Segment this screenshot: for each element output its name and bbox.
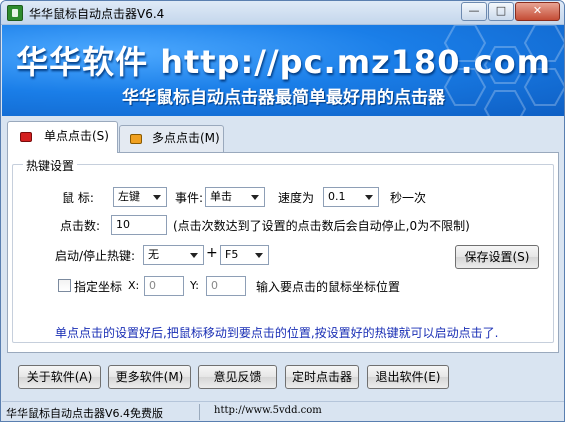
timer-clicker-button[interactable]: 定时点击器 [285,365,359,389]
fixed-coordinate-checkbox[interactable] [58,279,71,292]
hotkey-settings-group: 热键设置 鼠 标: 左键 事件: 单击 速度为 0.1 秒一次 点击数: 10 … [12,157,554,343]
more-software-button[interactable]: 更多软件(M) [108,365,191,389]
window-title: 华华鼠标自动点击器V6.4 [29,7,165,21]
plus-sign: + [206,245,218,261]
hotkey-key-select[interactable]: F5 [220,245,269,265]
speed-select[interactable]: 0.1 [323,187,379,207]
exit-button[interactable]: 退出软件(E) [367,365,449,389]
tab-single-click-label: 单点点击(S) [44,129,109,143]
red-square-icon [20,132,32,142]
status-divider [199,404,200,420]
instructions-text: 单点点击的设置好后,把鼠标移动到要点击的位置,按设置好的热键就可以启动点击了. [55,326,499,340]
title-bar[interactable]: 华华鼠标自动点击器V6.4 — □ ✕ [1,1,564,25]
click-count-note: (点击次数达到了设置的点击数后会自动停止,0为不限制) [173,219,470,233]
hotkey-label: 启动/停止热键: [55,249,136,263]
minimize-button[interactable]: — [461,2,487,21]
app-window: 华华鼠标自动点击器V6.4 — □ ✕ 华华软件 http://pc.mz180… [0,0,565,422]
event-select[interactable]: 单击 [205,187,265,207]
maximize-button[interactable]: □ [488,2,514,21]
mouse-label: 鼠 标: [62,191,94,205]
speed-label: 速度为 [278,191,315,205]
modifier-key-select[interactable]: 无 [143,245,204,265]
x-label: X: [128,279,140,292]
y-coordinate-input[interactable]: 0 [206,276,246,296]
event-label: 事件: [175,191,204,205]
banner-title: 华华软件 http://pc.mz180.com [16,43,551,81]
tab-multi-click[interactable]: 多点点击(M) [119,125,224,153]
close-button[interactable]: ✕ [515,2,560,21]
single-click-panel: 热键设置 鼠 标: 左键 事件: 单击 速度为 0.1 秒一次 点击数: 10 … [7,152,559,353]
coordinate-hint: 输入要点击的鼠标坐标位置 [256,280,401,294]
banner: 华华软件 http://pc.mz180.com 华华鼠标自动点击器最简单最好用… [2,25,564,116]
y-label: Y: [190,279,199,292]
orange-square-icon [130,134,142,144]
tab-multi-click-label: 多点点击(M) [152,131,220,145]
app-icon [7,5,23,21]
banner-subtitle: 华华鼠标自动点击器最简单最好用的点击器 [122,88,445,108]
about-button[interactable]: 关于软件(A) [18,365,101,389]
status-version: 华华鼠标自动点击器V6.4免费版 [6,407,164,420]
tab-single-click[interactable]: 单点点击(S) [7,121,118,153]
status-url-link[interactable]: http://www.5vdd.com [214,405,322,416]
x-coordinate-input[interactable]: 0 [144,276,184,296]
click-count-label: 点击数: [60,219,101,233]
status-bar: 华华鼠标自动点击器V6.4免费版 http://www.5vdd.com [2,401,564,421]
speed-unit-label: 秒一次 [390,191,427,205]
save-settings-button[interactable]: 保存设置(S) [455,245,539,269]
group-title: 热键设置 [23,157,78,174]
fixed-coordinate-label: 指定坐标 [74,280,123,294]
mouse-button-select[interactable]: 左键 [113,187,167,207]
click-count-input[interactable]: 10 [111,215,167,235]
feedback-button[interactable]: 意见反馈 [198,365,277,389]
